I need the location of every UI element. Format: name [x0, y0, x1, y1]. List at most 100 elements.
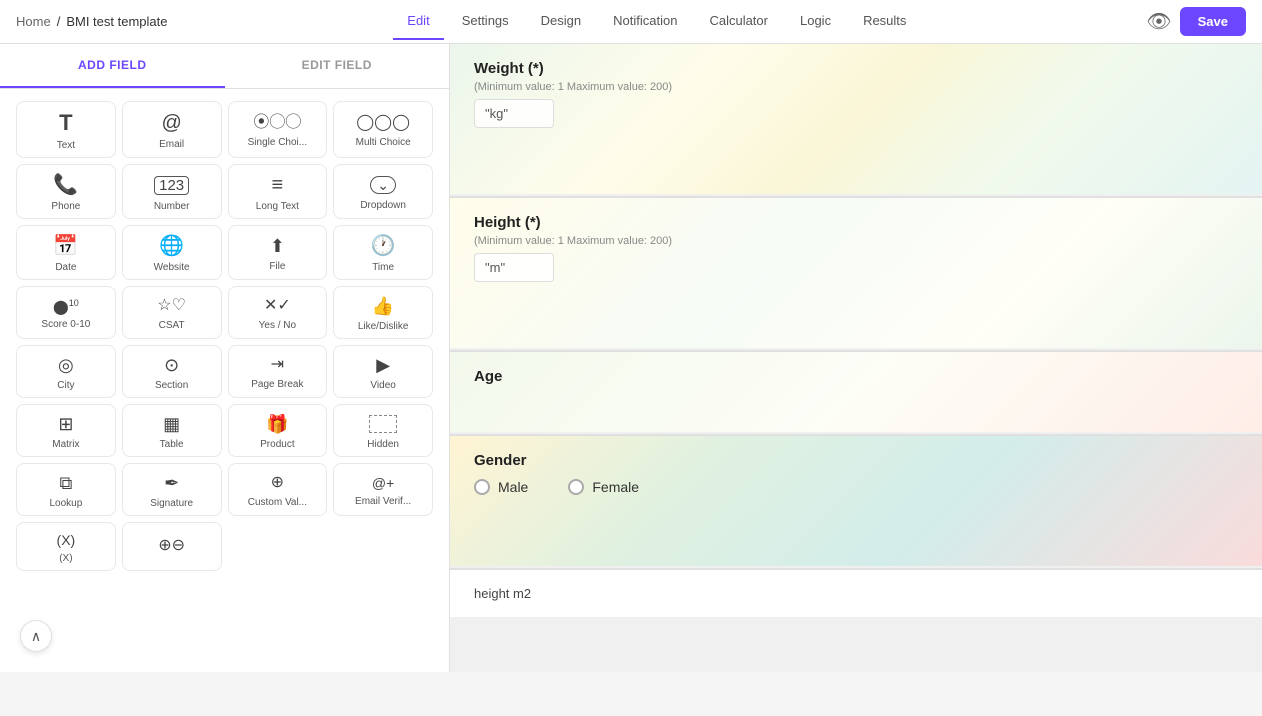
form-section-weight: Weight (*) (Minimum value: 1 Maximum val…	[450, 44, 1262, 194]
tab-results[interactable]: Results	[849, 3, 920, 40]
phone-icon: 📞	[53, 175, 78, 195]
field-extra[interactable]: ⊕⊖	[122, 522, 222, 571]
field-lookup[interactable]: ⧉ Lookup	[16, 463, 116, 516]
height-m2-row: height m2	[450, 570, 1262, 617]
field-date[interactable]: 📅 Date	[16, 225, 116, 280]
extra-icon: ⊕⊖	[158, 538, 185, 554]
field-video[interactable]: ▶ Video	[333, 345, 433, 398]
weight-desc: (Minimum value: 1 Maximum value: 200)	[474, 81, 1238, 93]
hidden-icon	[369, 415, 397, 433]
age-title: Age	[474, 368, 1238, 385]
field-yes-no[interactable]: ✕✓ Yes / No	[228, 286, 328, 339]
field-hidden[interactable]: Hidden	[333, 404, 433, 457]
gender-title: Gender	[474, 452, 1238, 469]
yes-no-icon: ✕✓	[264, 298, 291, 314]
tab-design[interactable]: Design	[527, 3, 595, 40]
field-multi-choice[interactable]: ◯◯◯ Multi Choice	[333, 101, 433, 158]
like-dislike-icon: 👍	[372, 297, 394, 315]
radio-female[interactable]	[568, 479, 584, 495]
field-dropdown[interactable]: ⌄ Dropdown	[333, 164, 433, 219]
tab-notification[interactable]: Notification	[599, 3, 691, 40]
gender-female-label: Female	[592, 479, 639, 495]
tab-logic[interactable]: Logic	[786, 3, 845, 40]
nav-tabs: Edit Settings Design Notification Calcul…	[393, 3, 920, 40]
height-title: Height (*)	[474, 214, 1238, 231]
field-email[interactable]: @ Email	[122, 101, 222, 158]
custom-value-icon: ⊕	[271, 475, 284, 491]
top-navigation: Home / BMI test template Edit Settings D…	[0, 0, 1262, 44]
email-icon: @	[161, 113, 181, 133]
product-icon: 🎁	[266, 415, 288, 433]
lookup-icon: ⧉	[59, 474, 72, 492]
tab-edit-field[interactable]: EDIT FIELD	[225, 44, 450, 88]
radio-male[interactable]	[474, 479, 490, 495]
form-section-age: Age	[450, 352, 1262, 432]
field-long-text[interactable]: ≡ Long Text	[228, 164, 328, 219]
field-csat[interactable]: ☆♡ CSAT	[122, 286, 222, 339]
preview-button[interactable]: 👁	[1146, 9, 1171, 34]
field-file[interactable]: ⬆ File	[228, 225, 328, 280]
weight-title: Weight (*)	[474, 60, 1238, 77]
field-signature[interactable]: ✒ Signature	[122, 463, 222, 516]
tab-calculator[interactable]: Calculator	[695, 3, 782, 40]
field-website[interactable]: 🌐 Website	[122, 225, 222, 280]
single-choice-icon: ⦿◯◯	[253, 115, 301, 131]
field-section[interactable]: ⊙ Section	[122, 345, 222, 398]
table-icon: ▦	[163, 415, 180, 433]
form-section-height: Height (*) (Minimum value: 1 Maximum val…	[450, 198, 1262, 348]
field-table[interactable]: ▦ Table	[122, 404, 222, 457]
weight-input[interactable]: "kg"	[474, 99, 554, 128]
score-icon: ⬤10	[53, 299, 79, 314]
tab-settings[interactable]: Settings	[448, 3, 523, 40]
field-grid: T Text @ Email ⦿◯◯ Single Choi... ◯◯◯ Mu…	[0, 89, 449, 583]
field-time[interactable]: 🕐 Time	[333, 225, 433, 280]
field-number[interactable]: 123 Number	[122, 164, 222, 219]
field-email-verify[interactable]: @+ Email Verif...	[333, 463, 433, 516]
form-section-gender: Gender Male Female	[450, 436, 1262, 566]
field-single-choice[interactable]: ⦿◯◯ Single Choi...	[228, 101, 328, 158]
field-city[interactable]: ◎ City	[16, 345, 116, 398]
multi-choice-icon: ◯◯◯	[356, 115, 410, 131]
height-desc: (Minimum value: 1 Maximum value: 200)	[474, 235, 1238, 247]
field-page-break[interactable]: ⇥ Page Break	[228, 345, 328, 398]
breadcrumb-home[interactable]: Home	[16, 14, 51, 29]
scroll-up-button[interactable]: ∧	[20, 620, 52, 652]
tab-add-field[interactable]: ADD FIELD	[0, 44, 225, 88]
breadcrumb: Home / BMI test template	[16, 14, 167, 29]
height-m2-label: height m2	[474, 586, 531, 601]
field-matrix[interactable]: ⊞ Matrix	[16, 404, 116, 457]
height-input[interactable]: "m"	[474, 253, 554, 282]
panel-tabs: ADD FIELD EDIT FIELD	[0, 44, 449, 89]
section-content-weight: Weight (*) (Minimum value: 1 Maximum val…	[450, 44, 1262, 144]
section-content-gender: Gender Male Female	[450, 436, 1262, 511]
long-text-icon: ≡	[272, 175, 284, 195]
gender-male-label: Male	[498, 479, 528, 495]
page-break-icon: ⇥	[271, 357, 284, 373]
number-icon: 123	[154, 176, 189, 195]
dropdown-icon: ⌄	[370, 176, 396, 194]
field-product[interactable]: 🎁 Product	[228, 404, 328, 457]
field-phone[interactable]: 📞 Phone	[16, 164, 116, 219]
city-icon: ◎	[58, 356, 74, 374]
section-icon: ⊙	[164, 356, 179, 374]
email-verify-icon: @+	[372, 476, 394, 490]
section-content-age: Age	[450, 352, 1262, 405]
gender-male[interactable]: Male	[474, 479, 528, 495]
field-score[interactable]: ⬤10 Score 0-10	[16, 286, 116, 339]
breadcrumb-current: BMI test template	[66, 14, 167, 29]
date-icon: 📅	[53, 236, 78, 256]
text-icon: T	[59, 112, 72, 134]
form-preview: Weight (*) (Minimum value: 1 Maximum val…	[450, 44, 1262, 672]
csat-icon: ☆♡	[157, 298, 186, 314]
field-like-dislike[interactable]: 👍 Like/Dislike	[333, 286, 433, 339]
file-icon: ⬆	[270, 237, 285, 255]
left-panel: ADD FIELD EDIT FIELD T Text @ Email ⦿◯◯ …	[0, 44, 450, 672]
gender-female[interactable]: Female	[568, 479, 639, 495]
field-text[interactable]: T Text	[16, 101, 116, 158]
save-button[interactable]: Save	[1180, 7, 1246, 36]
field-variable[interactable]: (X) (X)	[16, 522, 116, 571]
gender-options: Male Female	[474, 479, 1238, 495]
tab-edit[interactable]: Edit	[393, 3, 443, 40]
website-icon: 🌐	[159, 236, 184, 256]
field-custom-value[interactable]: ⊕ Custom Val...	[228, 463, 328, 516]
